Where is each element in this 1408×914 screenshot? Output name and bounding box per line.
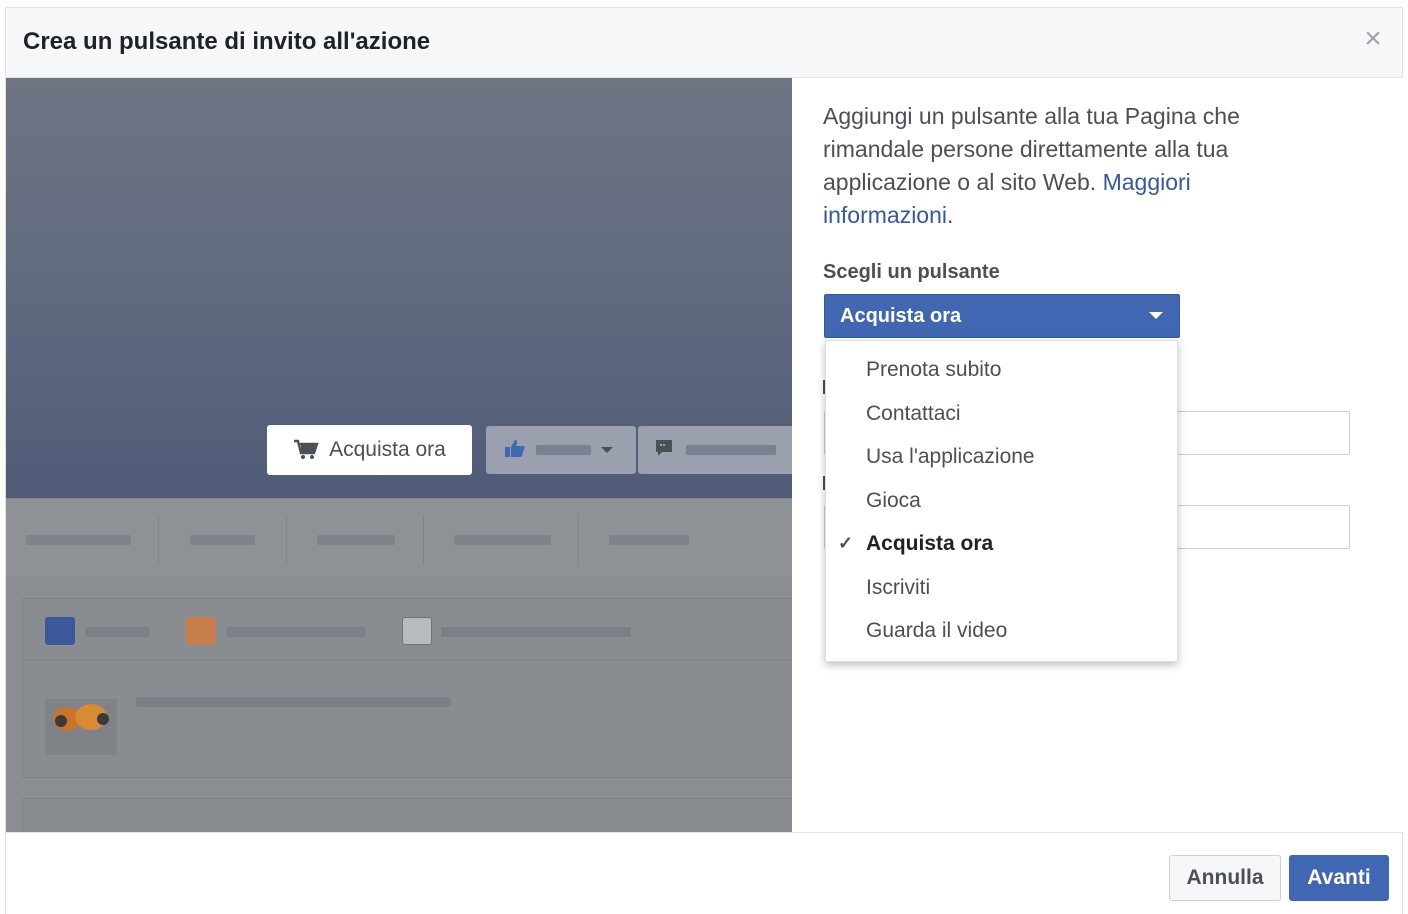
description-end: . bbox=[947, 202, 954, 228]
next-button[interactable]: Avanti bbox=[1289, 855, 1389, 901]
page-nav-placeholder bbox=[6, 498, 792, 576]
card-placeholder bbox=[22, 798, 792, 832]
nav-divider bbox=[158, 515, 159, 565]
avatar bbox=[45, 699, 117, 755]
tab-placeholder bbox=[441, 627, 631, 637]
like-label-placeholder bbox=[536, 445, 591, 455]
nav-placeholder bbox=[609, 535, 689, 545]
like-button-placeholder bbox=[486, 426, 636, 474]
close-icon[interactable]: × bbox=[1358, 24, 1388, 54]
cta-dialog: Crea un pulsante di invito all'azione × … bbox=[5, 7, 1404, 914]
menu-item-iscriviti[interactable]: Iscriviti bbox=[826, 566, 1177, 610]
menu-item-prenota-subito[interactable]: Prenota subito bbox=[826, 348, 1177, 392]
nav-placeholder bbox=[190, 535, 255, 545]
pencil-icon bbox=[45, 617, 75, 645]
choose-button-label: Scegli un pulsante bbox=[823, 261, 1000, 283]
composer-placeholder bbox=[22, 598, 792, 778]
nav-divider bbox=[578, 515, 579, 565]
speech-bubble-icon bbox=[654, 438, 674, 463]
button-type-menu: Prenota subito Contattaci Usa l'applicaz… bbox=[825, 340, 1178, 662]
composer-tabs bbox=[23, 599, 792, 661]
nav-divider bbox=[286, 515, 287, 565]
menu-item-guarda-video[interactable]: Guarda il video bbox=[826, 609, 1177, 653]
nav-placeholder bbox=[454, 535, 551, 545]
dialog-title: Crea un pulsante di invito all'azione bbox=[23, 28, 431, 55]
cta-preview-label: Acquista ora bbox=[329, 438, 446, 461]
message-button-placeholder bbox=[638, 426, 792, 474]
dialog-header: Crea un pulsante di invito all'azione × bbox=[6, 8, 1402, 78]
cart-icon bbox=[293, 439, 319, 461]
menu-item-usa-applicazione[interactable]: Usa l'applicazione bbox=[826, 435, 1177, 479]
cta-preview-button: Acquista ora bbox=[267, 425, 472, 475]
nav-placeholder bbox=[317, 535, 395, 545]
nav-divider bbox=[423, 515, 424, 565]
nav-placeholder bbox=[26, 535, 131, 545]
post-placeholder bbox=[136, 697, 451, 707]
caret-down-icon bbox=[1149, 312, 1163, 319]
dropdown-selected-value: Acquista ora bbox=[840, 304, 962, 327]
menu-item-acquista-ora[interactable]: ✓ Acquista ora bbox=[826, 522, 1177, 566]
page-preview: Acquista ora bbox=[6, 78, 792, 832]
photo-icon bbox=[186, 617, 216, 645]
checkmark-icon: ✓ bbox=[838, 533, 854, 553]
cta-settings-panel: Aggiungi un pulsante alla tua Pagina che… bbox=[792, 78, 1404, 832]
chevron-down-icon bbox=[601, 447, 613, 453]
tab-placeholder bbox=[226, 627, 366, 637]
message-label-placeholder bbox=[686, 445, 776, 455]
tab-placeholder bbox=[85, 627, 150, 637]
calendar-icon bbox=[402, 617, 432, 645]
description: Aggiungi un pulsante alla tua Pagina che… bbox=[823, 100, 1323, 232]
dialog-footer: Annulla Avanti bbox=[6, 832, 1402, 914]
thumbs-up-icon bbox=[504, 438, 526, 463]
button-type-dropdown[interactable]: Acquista ora bbox=[824, 294, 1180, 338]
menu-item-contattaci[interactable]: Contattaci bbox=[826, 392, 1177, 436]
cancel-button[interactable]: Annulla bbox=[1169, 855, 1281, 901]
menu-item-gioca[interactable]: Gioca bbox=[826, 479, 1177, 523]
